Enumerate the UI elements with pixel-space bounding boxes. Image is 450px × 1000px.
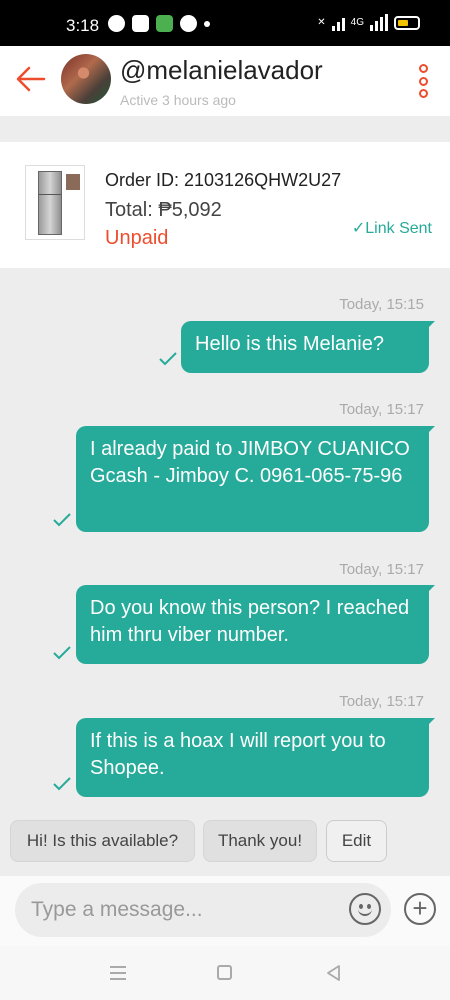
signal-icon-2 xyxy=(370,14,388,31)
product-thumbnail xyxy=(25,165,85,240)
order-total: Total: ₱5,092 xyxy=(105,199,222,221)
message-bubble[interactable]: I already paid to JIMBOY CUANICO Gcash -… xyxy=(76,426,435,532)
recent-apps-icon[interactable] xyxy=(110,966,126,980)
status-bar: 3:18 ✕ 4G xyxy=(0,0,450,46)
network-type: 4G xyxy=(350,17,364,28)
message-text: Hello is this Melanie? xyxy=(195,333,384,355)
message-bubble[interactable]: Do you know this person? I reached him t… xyxy=(76,585,435,664)
message-timestamp: Today, 15:17 xyxy=(339,401,424,418)
messenger-icon xyxy=(108,15,125,32)
chat-username[interactable]: @melanielavador xyxy=(120,55,323,86)
status-time: 3:18 xyxy=(66,16,100,35)
emoji-icon[interactable] xyxy=(349,893,381,925)
link-sent-status: ✓Link Sent xyxy=(352,218,432,238)
message-text: If this is a hoax I will report you to S… xyxy=(90,730,386,779)
app-icon xyxy=(156,15,173,32)
message-input[interactable]: Type a message... xyxy=(15,883,391,937)
order-status: Unpaid xyxy=(105,227,169,249)
thumbnail-detail xyxy=(66,174,80,190)
quick-reply-thank-you[interactable]: Thank you! xyxy=(203,820,317,862)
message-bubble[interactable]: If this is a hoax I will report you to S… xyxy=(76,718,435,797)
chat-header: @melanielavador Active 3 hours ago xyxy=(0,46,450,116)
nav-back-icon[interactable] xyxy=(325,964,341,982)
delivered-check-icon xyxy=(53,513,71,527)
more-notifications-icon xyxy=(204,20,210,27)
home-icon[interactable] xyxy=(217,965,232,980)
active-status: Active 3 hours ago xyxy=(120,92,236,108)
delivered-check-icon xyxy=(159,352,177,366)
more-options-icon[interactable] xyxy=(416,64,430,98)
composer-bar: Type a message... + xyxy=(0,876,450,946)
chrome-icon xyxy=(180,15,197,32)
mute-icon: ✕ xyxy=(317,17,326,28)
add-attachment-icon[interactable]: + xyxy=(404,893,436,925)
quick-reply-edit[interactable]: Edit xyxy=(326,820,387,862)
quick-reply-available[interactable]: Hi! Is this available? xyxy=(10,820,195,862)
message-text: I already paid to JIMBOY CUANICO Gcash -… xyxy=(90,438,410,487)
signal-icon xyxy=(331,14,345,31)
order-card[interactable]: Order ID: 2103126QHW2U27 Total: ₱5,092 U… xyxy=(0,142,450,268)
message-timestamp: Today, 15:17 xyxy=(339,693,424,710)
message-timestamp: Today, 15:15 xyxy=(339,296,424,313)
system-icons: ✕ 4G xyxy=(317,14,420,31)
avatar[interactable] xyxy=(61,54,111,104)
battery-icon xyxy=(394,15,420,30)
back-arrow-icon[interactable] xyxy=(14,62,48,96)
message-bubble[interactable]: Hello is this Melanie? xyxy=(181,321,435,373)
link-sent-label: Link Sent xyxy=(365,220,432,237)
notification-icons xyxy=(108,15,210,32)
refrigerator-image xyxy=(38,171,62,235)
order-id: Order ID: 2103126QHW2U27 xyxy=(105,170,342,190)
facebook-icon xyxy=(132,15,149,32)
message-timestamp: Today, 15:17 xyxy=(339,561,424,578)
system-nav-bar xyxy=(0,946,450,1000)
check-icon: ✓ xyxy=(351,220,366,237)
message-text: Do you know this person? I reached him t… xyxy=(90,597,410,646)
delivered-check-icon xyxy=(53,646,71,660)
delivered-check-icon xyxy=(53,777,71,791)
